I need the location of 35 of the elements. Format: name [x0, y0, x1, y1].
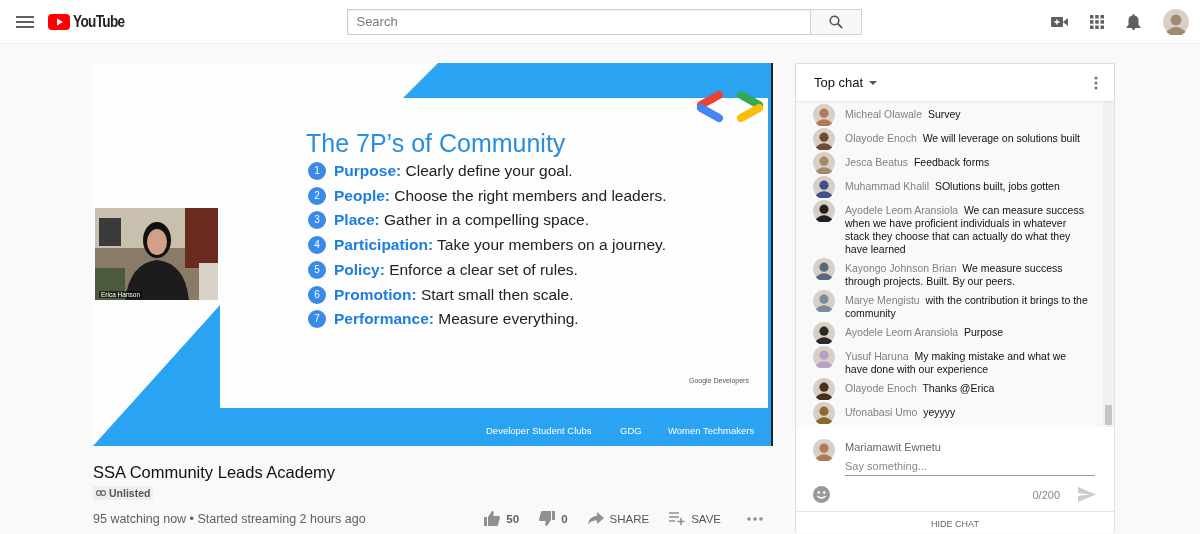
chat-message: Yusuf Haruna My making mistake and what we have done with our experience: [845, 349, 1068, 376]
character-counter: 0/200: [1032, 488, 1060, 501]
save-button[interactable]: SAVE: [663, 508, 727, 529]
video-title: SSA Community Leads Academy: [93, 463, 337, 482]
share-button[interactable]: SHARE: [581, 508, 656, 529]
unlisted-text: Unlisted: [109, 487, 151, 499]
slide-point: Participation: Take your members on a journey.: [334, 235, 666, 256]
program-label: Developer Student Clubs: [486, 425, 592, 436]
view-info: 95 watching now • Started streaming 2 hours ago: [93, 511, 366, 526]
chat-message: Ayodele Leom Aransiola Purpose: [845, 325, 1003, 339]
slide-point: Purpose: Clearly define your goal.: [334, 161, 573, 181]
chat-message: Micheal Olawale Survey: [845, 107, 961, 121]
chat-message: Ayodele Leom Aransiola We can measure success when we have proficient individuals in whatever stack they choose that can actually do what they have learned: [845, 203, 1085, 256]
chat-message: Olayode Enoch Thanks @Erica: [845, 381, 995, 395]
slide-point: Performance: Measure everything.: [334, 309, 579, 330]
chat-message: Ufonabasi Umo yeyyyy: [845, 405, 956, 419]
dislike-button[interactable]: 0: [533, 507, 574, 530]
like-button[interactable]: 50: [478, 507, 526, 530]
slide-point: Place: Gather in a compelling space.: [334, 210, 590, 231]
slide-point: People: Choose the right members and leaders.: [334, 185, 667, 206]
chat-message: Kayongo Johnson Brian We measure success through projects. Built. By our peers.: [845, 261, 1064, 288]
logo-text[interactable]: YouTube: [73, 12, 125, 31]
composer-author: Mariamawit Ewnetu: [845, 441, 942, 453]
slide-point: Promotion: Start small then scale.: [334, 284, 574, 305]
hide-chat-button[interactable]: HIDE CHAT: [796, 511, 1114, 531]
chat-message: Muhammad Khalil SOlutions built, jobs gotten: [845, 179, 1060, 193]
chat-message: Olayode Enoch We will leverage on solutions built: [845, 131, 1081, 145]
search-field[interactable]: Search: [347, 8, 811, 35]
slide-point: Policy: Enforce a clear set of rules.: [334, 259, 578, 280]
chat-message: Marye Mengistu with the contribution it brings to the community: [845, 293, 1089, 320]
chat-mode-dropdown[interactable]: Top chat: [814, 75, 878, 90]
slide-title: The 7P’s of Community: [306, 129, 566, 158]
program-label: GDG: [620, 425, 642, 436]
program-label: Women Techmakers: [668, 425, 755, 436]
chat-message: Jesca Beatus Feedback forms: [845, 155, 990, 169]
